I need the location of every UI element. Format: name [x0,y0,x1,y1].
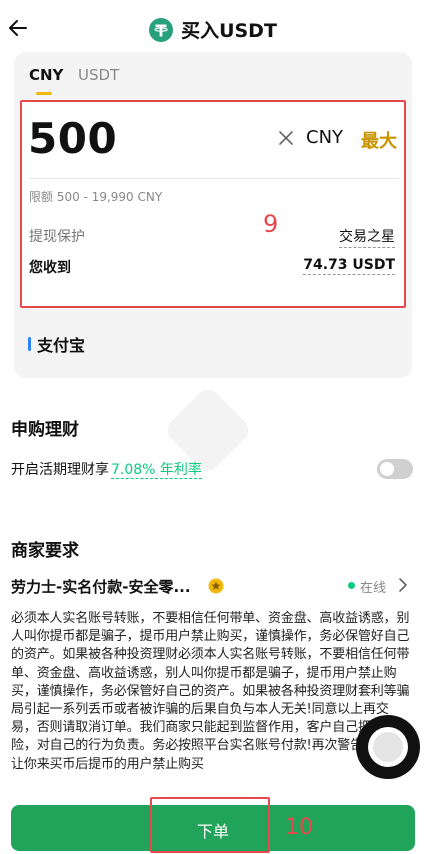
flex-savings-text: 开启活期理财享 [11,462,109,478]
online-status-dot [348,582,355,589]
annotation-label-10: 10 [285,815,313,840]
max-button[interactable]: 最大 [361,127,397,153]
amount-panel: 500 CNY 最大 限额 500 - 19,990 CNY 9 提现保护 交易… [20,100,406,308]
tether-icon [149,17,174,42]
clear-icon[interactable] [277,129,295,147]
tab-cny[interactable]: CNY [29,66,63,84]
amount-input[interactable]: 500 [28,114,117,163]
receive-value: 74.73 USDT [303,257,395,275]
protection-label: 提现保护 [29,229,85,245]
payment-method-marker [28,337,31,351]
receive-label: 您收到 [29,260,71,276]
floating-assistive-button[interactable] [356,715,420,779]
tab-usdt[interactable]: USDT [78,66,119,84]
page-title: 买入USDT [181,20,277,42]
annotation-label-9: 9 [263,210,279,238]
header: 买入USDT [0,0,426,56]
chevron-right-icon[interactable] [397,577,409,593]
merchant-terms: 必须本人实名账号转账，不要相信任何带单、资金盘、高收益诱惑，别人叫你提币都是骗子… [11,611,410,772]
flex-savings-label: 开启活期理财享 7.08% 年利率 [11,459,202,479]
annotation-box-10 [150,797,270,853]
title-wrap: 买入USDT [0,16,426,43]
merchant-badge-icon [208,578,224,594]
flex-savings-toggle[interactable] [377,459,413,479]
apr-rate[interactable]: 7.08% 年利率 [111,462,202,479]
merchant-section-title: 商家要求 [11,541,79,561]
toggle-knob [380,462,394,476]
merchant-name[interactable]: 劳力士-实名付款-安全零... [11,576,191,597]
currency-unit: CNY [306,127,344,148]
protection-value[interactable]: 交易之星 [339,226,395,248]
limit-text: 限额 500 - 19,990 CNY [29,190,163,204]
divider [29,178,399,179]
payment-method[interactable]: 支付宝 [37,332,85,356]
tab-active-indicator [36,92,52,95]
finance-section-title: 申购理财 [11,420,79,440]
online-status: 在线 [360,581,387,596]
